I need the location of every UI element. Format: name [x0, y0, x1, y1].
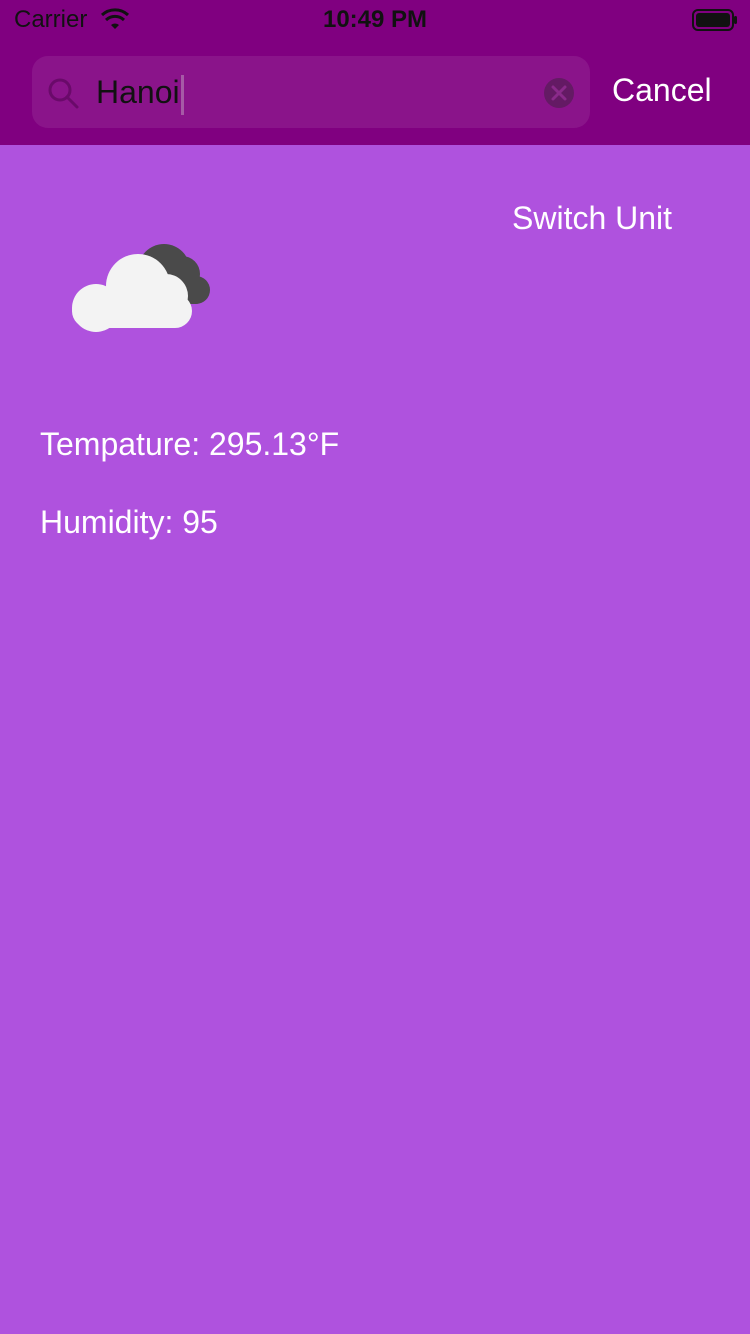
search-input[interactable]: Hanoi — [96, 72, 184, 115]
search-input-value: Hanoi — [96, 74, 180, 110]
switch-unit-button[interactable]: Switch Unit — [512, 198, 672, 238]
cancel-button[interactable]: Cancel — [612, 70, 712, 110]
clear-icon[interactable] — [542, 76, 576, 110]
search-field[interactable]: Hanoi — [32, 56, 590, 128]
cloudy-icon — [72, 244, 210, 332]
status-time: 10:49 PM — [322, 6, 428, 33]
search-icon — [48, 78, 79, 109]
status-bar: Carrier 10:49 PM — [0, 0, 750, 40]
temperature-label: Tempature: 295.13°F — [40, 426, 340, 462]
battery-icon — [692, 9, 737, 31]
text-cursor — [180, 74, 184, 115]
navigation-header: Carrier 10:49 PM Hanoi Cancel — [0, 0, 750, 145]
humidity-label: Humidity: 95 — [40, 504, 218, 540]
